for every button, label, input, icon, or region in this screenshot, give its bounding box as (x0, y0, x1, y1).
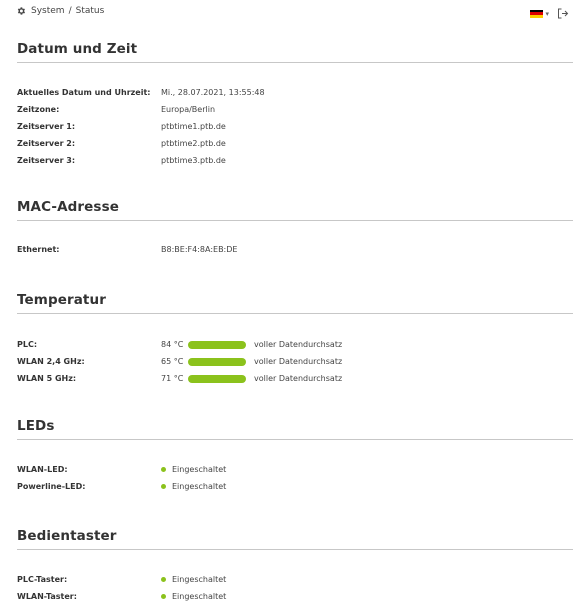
row-value: ptbtime1.ptb.de (161, 122, 226, 131)
temperature-status: voller Datendurchsatz (254, 374, 343, 383)
status-dot (161, 467, 166, 472)
section-leds: LEDs WLAN-LED: Eingeschaltet Powerline-L… (17, 417, 573, 491)
buttons-row-plc: PLC-Taster: Eingeschaltet (17, 571, 226, 588)
row-label: Zeitzone: (17, 105, 60, 114)
logout-icon[interactable] (557, 8, 569, 19)
row-value: Eingeschaltet (161, 482, 226, 491)
row-label: Zeitserver 3: (17, 156, 76, 165)
section-mac: MAC-Adresse Ethernet: B8:BE:F4:8A:EB:DE (17, 198, 573, 254)
row-label: Aktuelles Datum und Uhrzeit: (17, 88, 151, 97)
breadcrumb-root[interactable]: System (31, 6, 65, 16)
gear-icon (17, 7, 26, 15)
row-value: ptbtime2.ptb.de (161, 139, 226, 148)
temperature-status: voller Datendurchsatz (254, 340, 343, 349)
de-flag-icon[interactable] (530, 9, 544, 18)
row-value: Eingeschaltet (161, 592, 226, 601)
temperature-value: 84 °C (161, 340, 184, 349)
leds-row-wlan: WLAN-LED: Eingeschaltet (17, 461, 226, 478)
status-text: Eingeschaltet (172, 592, 227, 601)
row-value: Eingeschaltet (161, 575, 226, 584)
row-value: B8:BE:F4:8A:EB:DE (161, 245, 238, 254)
temperature-bar (188, 374, 246, 383)
mac-row-ethernet: Ethernet: B8:BE:F4:8A:EB:DE (17, 241, 237, 258)
datetime-row-server1: Zeitserver 1: ptbtime1.ptb.de (17, 118, 265, 135)
row-value: Eingeschaltet (161, 465, 226, 474)
row-label: Ethernet: (17, 245, 60, 254)
datetime-row-server2: Zeitserver 2: ptbtime2.ptb.de (17, 135, 265, 152)
top-bar: System / Status ▾ (0, 0, 581, 24)
temperature-bar (188, 357, 246, 366)
row-value: 71 °C voller Datendurchsatz (161, 374, 342, 383)
temperature-row-wlan5: WLAN 5 GHz: 71 °C voller Datendurchsatz (17, 370, 342, 387)
section-title-mac: MAC-Adresse (17, 198, 573, 221)
datetime-row-timezone: Zeitzone: Europa/Berlin (17, 101, 265, 118)
datetime-row-server3: Zeitserver 3: ptbtime3.ptb.de (17, 152, 265, 169)
row-label: PLC-Taster: (17, 575, 68, 584)
mac-rows: Ethernet: B8:BE:F4:8A:EB:DE (17, 241, 237, 258)
row-label: WLAN-Taster: (17, 592, 77, 601)
temperature-row-wlan24: WLAN 2,4 GHz: 65 °C voller Datendurchsat… (17, 353, 342, 370)
section-title-temperature: Temperatur (17, 291, 573, 314)
row-label: Zeitserver 2: (17, 139, 76, 148)
section-title-buttons: Bedientaster (17, 527, 573, 550)
row-label: Zeitserver 1: (17, 122, 76, 131)
status-dot (161, 484, 166, 489)
top-right-controls: ▾ (530, 8, 569, 19)
section-datetime: Datum und Zeit Aktuelles Datum und Uhrze… (17, 40, 573, 165)
section-title-datetime: Datum und Zeit (17, 40, 573, 63)
datetime-row-current: Aktuelles Datum und Uhrzeit: Mi., 28.07.… (17, 84, 265, 101)
row-label: Powerline-LED: (17, 482, 86, 491)
status-dot (161, 594, 166, 599)
leds-row-powerline: Powerline-LED: Eingeschaltet (17, 478, 226, 495)
temperature-row-plc: PLC: 84 °C voller Datendurchsatz (17, 336, 342, 353)
row-value: 65 °C voller Datendurchsatz (161, 357, 342, 366)
datetime-rows: Aktuelles Datum und Uhrzeit: Mi., 28.07.… (17, 84, 265, 169)
chevron-down-icon[interactable]: ▾ (545, 10, 549, 18)
temperature-status: voller Datendurchsatz (254, 357, 343, 366)
status-text: Eingeschaltet (172, 465, 227, 474)
section-temperature: Temperatur PLC: 84 °C voller Datendurchs… (17, 291, 573, 383)
status-dot (161, 577, 166, 582)
status-text: Eingeschaltet (172, 575, 227, 584)
leds-rows: WLAN-LED: Eingeschaltet Powerline-LED: E… (17, 461, 226, 495)
buttons-rows: PLC-Taster: Eingeschaltet WLAN-Taster: E… (17, 571, 226, 605)
row-label: PLC: (17, 340, 38, 349)
temperature-value: 71 °C (161, 374, 184, 383)
section-title-leds: LEDs (17, 417, 573, 440)
breadcrumb: System / Status (16, 6, 104, 16)
row-label: WLAN-LED: (17, 465, 68, 474)
temperature-bar (188, 340, 246, 349)
row-label: WLAN 5 GHz: (17, 374, 77, 383)
temperature-value: 65 °C (161, 357, 184, 366)
row-value: Europa/Berlin (161, 105, 216, 114)
temperature-rows: PLC: 84 °C voller Datendurchsatz WLAN 2,… (17, 336, 342, 387)
row-value: Mi., 28.07.2021, 13:55:48 (161, 88, 265, 97)
row-value: ptbtime3.ptb.de (161, 156, 226, 165)
section-buttons: Bedientaster PLC-Taster: Eingeschaltet W… (17, 527, 573, 601)
row-value: 84 °C voller Datendurchsatz (161, 340, 342, 349)
breadcrumb-current: Status (75, 6, 105, 16)
row-label: WLAN 2,4 GHz: (17, 357, 85, 366)
status-text: Eingeschaltet (172, 482, 227, 491)
buttons-row-wlan: WLAN-Taster: Eingeschaltet (17, 588, 226, 605)
breadcrumb-separator: / (68, 6, 72, 16)
